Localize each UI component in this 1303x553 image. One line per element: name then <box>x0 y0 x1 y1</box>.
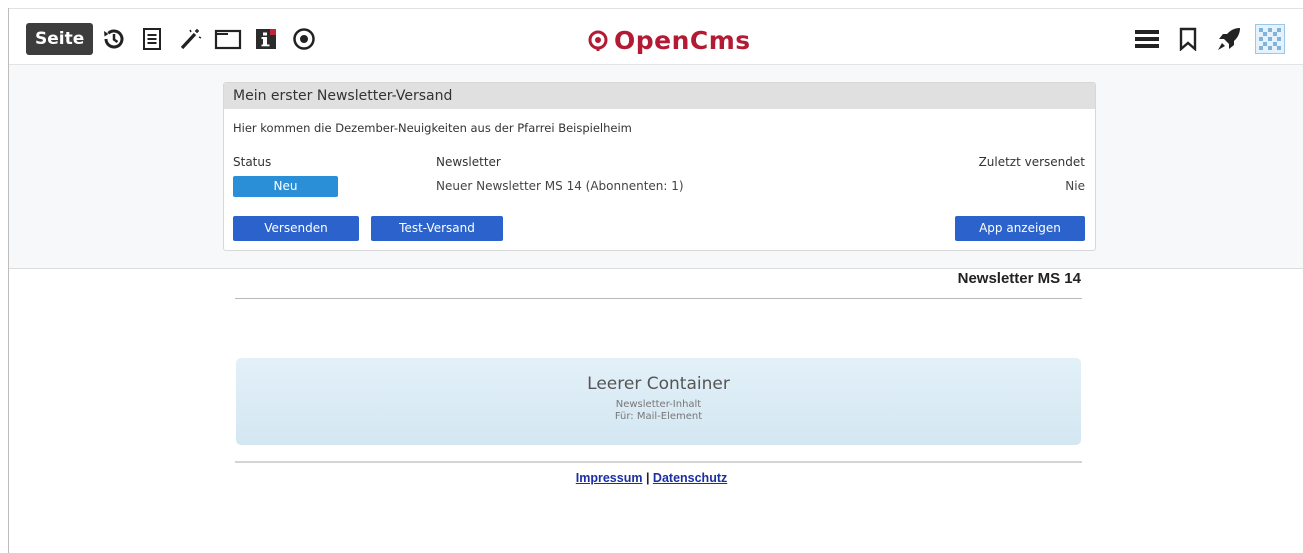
notes-icon[interactable] <box>135 22 169 56</box>
imprint-link[interactable]: Impressum <box>576 471 643 485</box>
user-avatar[interactable] <box>1255 24 1285 54</box>
toolbar-right <box>1123 22 1285 56</box>
empty-container-target: Für: Mail-Element <box>614 411 703 422</box>
test-send-button[interactable]: Test-Versand <box>371 216 503 241</box>
menu-icon[interactable] <box>1130 22 1164 56</box>
status-badge: Neu <box>233 176 338 197</box>
toolbar: Seite OpenCms <box>9 9 1303 65</box>
opencms-logo: OpenCms <box>587 26 751 55</box>
page-button[interactable]: Seite <box>26 23 94 55</box>
footer-separator: | <box>645 471 650 485</box>
history-icon[interactable] <box>97 22 131 56</box>
send-button[interactable]: Versenden <box>233 216 359 241</box>
avatar-pattern-icon <box>1259 28 1281 50</box>
wand-icon[interactable] <box>173 22 207 56</box>
last-sent-label: Zuletzt versendet <box>978 155 1085 169</box>
page-title: Newsletter MS 14 <box>957 270 1081 287</box>
newsletter-label: Newsletter <box>436 155 501 169</box>
target-icon[interactable] <box>287 22 321 56</box>
last-sent-value: Nie <box>1065 179 1085 193</box>
logo-mark-icon <box>588 30 608 51</box>
card-title: Mein erster Newsletter-Versand <box>224 83 1095 109</box>
folder-icon[interactable] <box>211 22 245 56</box>
header-divider <box>235 298 1082 299</box>
newsletter-dialog-area: Mein erster Newsletter-Versand Hier komm… <box>9 65 1303 269</box>
toolbar-left: Seite <box>26 22 321 56</box>
bookmark-icon[interactable] <box>1171 22 1205 56</box>
show-app-button[interactable]: App anzeigen <box>955 216 1085 241</box>
footer: Impressum | Datenschutz <box>0 471 1303 485</box>
empty-container-type: Newsletter-Inhalt <box>615 399 702 410</box>
card-description: Hier kommen die Dezember-Neuigkeiten aus… <box>233 121 632 135</box>
rocket-icon[interactable] <box>1212 22 1246 56</box>
logo-text: OpenCms <box>614 26 751 55</box>
empty-container-title: Leerer Container <box>587 374 730 394</box>
status-label: Status <box>233 155 272 169</box>
privacy-link[interactable]: Datenschutz <box>653 471 727 485</box>
empty-container[interactable]: Leerer Container Newsletter-Inhalt Für: … <box>236 358 1081 445</box>
newsletter-value: Neuer Newsletter MS 14 (Abonnenten: 1) <box>436 179 684 193</box>
info-icon[interactable] <box>249 22 283 56</box>
newsletter-card: Mein erster Newsletter-Versand Hier komm… <box>223 82 1096 251</box>
footer-divider <box>235 461 1082 463</box>
